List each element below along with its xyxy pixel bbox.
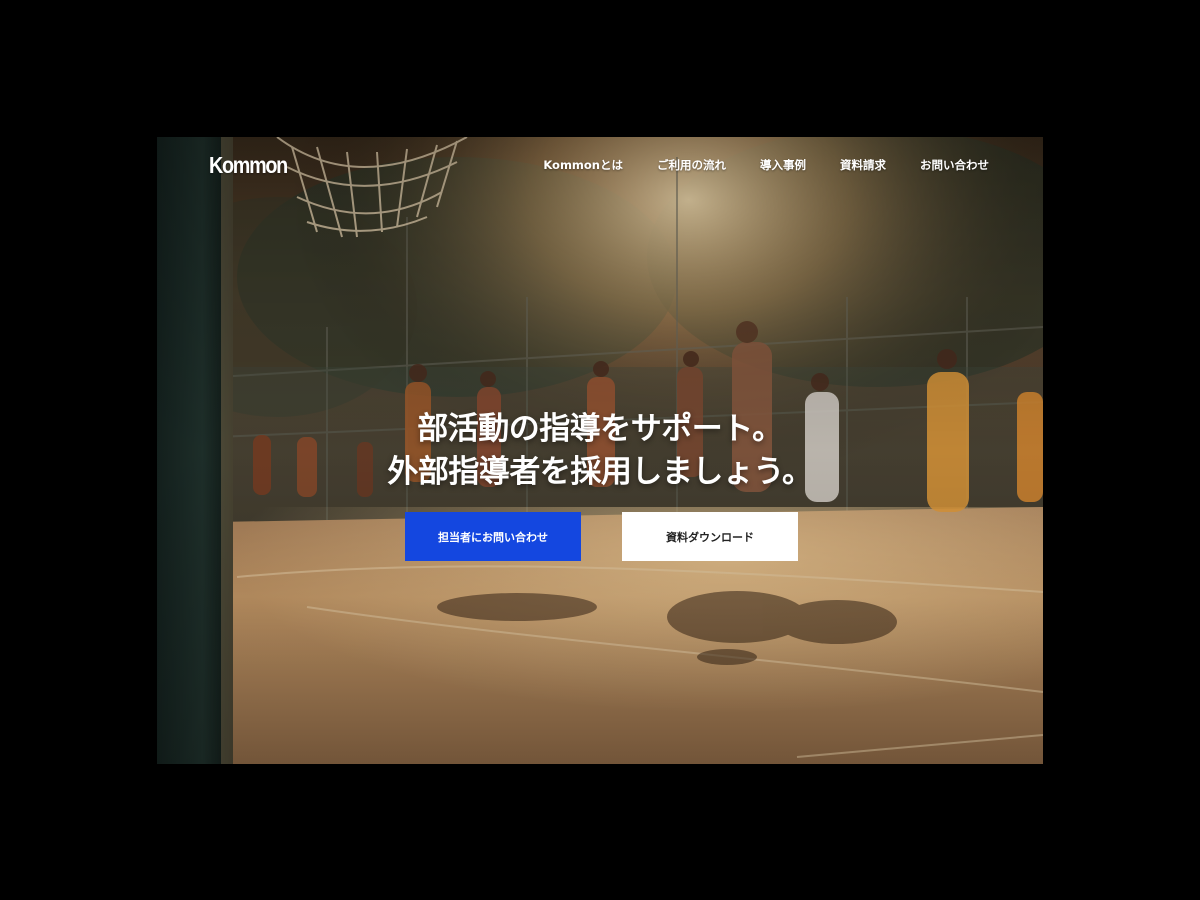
download-document-button[interactable]: 資料ダウンロード (622, 512, 798, 561)
brand-logo[interactable]: Kommon (209, 152, 288, 179)
main-navigation: Kommonとは ご利用の流れ 導入事例 資料請求 お問い合わせ (543, 157, 989, 173)
nav-item-contact[interactable]: お問い合わせ (920, 157, 989, 173)
hero-section: Kommon Kommonとは ご利用の流れ 導入事例 資料請求 お問い合わせ … (157, 137, 1043, 764)
hero-headline-line-1: 部活動の指導をサポート。 (417, 410, 783, 447)
page: Kommon Kommonとは ご利用の流れ 導入事例 資料請求 お問い合わせ … (0, 0, 1200, 900)
contact-staff-button[interactable]: 担当者にお問い合わせ (405, 512, 581, 561)
hero-headline-line-2: 外部指導者を採用しましょう。 (387, 453, 813, 490)
nav-item-about[interactable]: Kommonとは (543, 157, 623, 173)
nav-item-cases[interactable]: 導入事例 (760, 157, 806, 173)
nav-item-document-request[interactable]: 資料請求 (840, 157, 886, 173)
nav-item-flow[interactable]: ご利用の流れ (657, 157, 726, 173)
hero-headline: 部活動の指導をサポート。 外部指導者を採用しましょう。 (157, 408, 1043, 494)
